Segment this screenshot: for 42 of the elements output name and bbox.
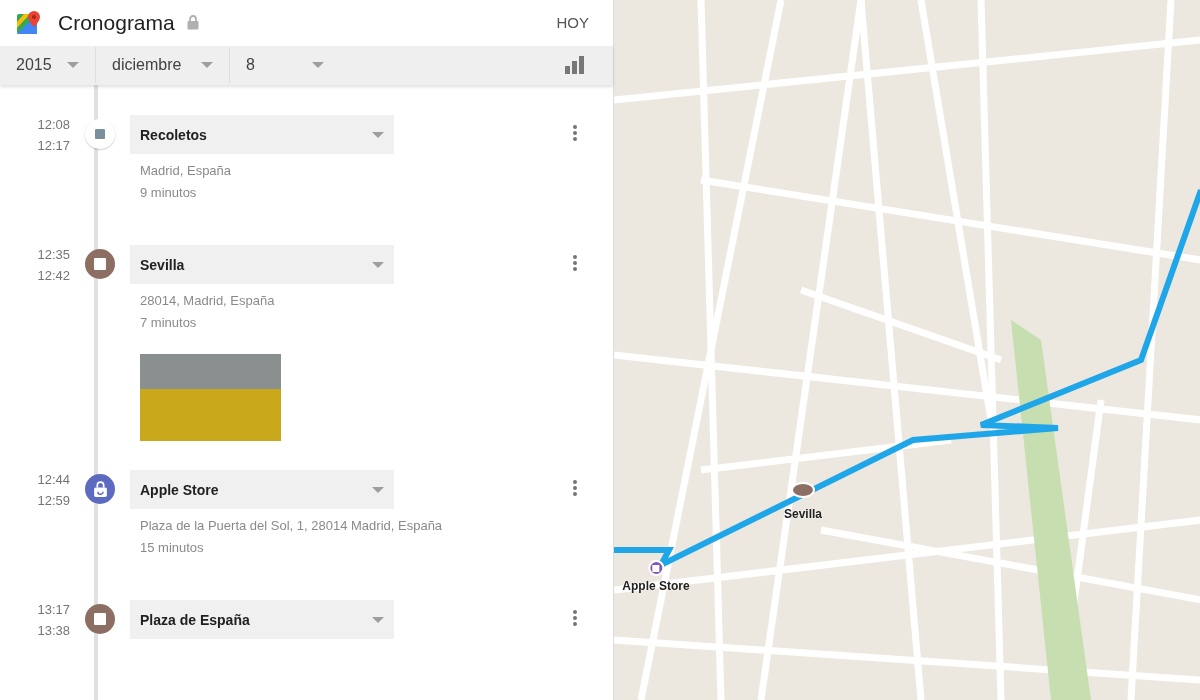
- place-address: 28014, Madrid, España: [139, 292, 276, 310]
- start-time: 12:35: [37, 247, 70, 262]
- caret-icon: [372, 261, 384, 268]
- maps-logo-icon: [16, 9, 42, 36]
- start-time: 12:08: [37, 117, 70, 132]
- end-time: 12:42: [37, 268, 70, 283]
- end-time: 12:17: [37, 138, 70, 153]
- end-time: 12:59: [37, 493, 70, 508]
- place-dropdown[interactable]: Sevilla: [130, 245, 394, 284]
- caret-icon: [372, 616, 384, 623]
- caret-icon: [372, 131, 384, 138]
- stay-duration: 15 minutos: [139, 539, 205, 557]
- place-address: Madrid, España: [139, 162, 233, 180]
- caret-icon: [201, 62, 213, 69]
- caret-icon: [67, 62, 79, 69]
- street-map[interactable]: Sevilla Apple Store: [614, 0, 1200, 700]
- more-options-icon[interactable]: [573, 125, 577, 141]
- month-dropdown[interactable]: diciembre: [96, 47, 230, 84]
- more-options-icon[interactable]: [573, 610, 577, 626]
- start-time: 12:44: [37, 472, 70, 487]
- place-dropdown[interactable]: Recoletos: [130, 115, 394, 154]
- pin-label: Sevilla: [784, 507, 822, 521]
- shopping-pin-icon[interactable]: [648, 560, 664, 576]
- stay-duration: 7 minutos: [139, 314, 198, 332]
- today-button[interactable]: HOY: [556, 8, 589, 38]
- place-dropdown[interactable]: Apple Store: [130, 470, 394, 509]
- place-pin-icon[interactable]: [791, 482, 815, 498]
- more-options-icon[interactable]: [573, 480, 577, 496]
- year-dropdown[interactable]: 2015: [0, 47, 96, 84]
- day-dropdown[interactable]: 8: [230, 47, 340, 84]
- caret-icon: [312, 62, 324, 69]
- lock-icon: [186, 15, 199, 31]
- end-time: 13:38: [37, 623, 70, 638]
- page-title: Cronograma: [58, 10, 175, 35]
- caret-icon: [372, 486, 384, 493]
- place-address: Plaza de la Puerta del Sol, 1, 28014 Madrid, España: [139, 517, 444, 535]
- place-dropdown[interactable]: Plaza de España: [130, 600, 394, 639]
- bar-chart-icon[interactable]: [565, 56, 585, 75]
- start-time: 13:17: [37, 602, 70, 617]
- more-options-icon[interactable]: [573, 255, 577, 271]
- pin-label: Apple Store: [622, 579, 690, 593]
- stay-duration: 9 minutos: [139, 184, 198, 202]
